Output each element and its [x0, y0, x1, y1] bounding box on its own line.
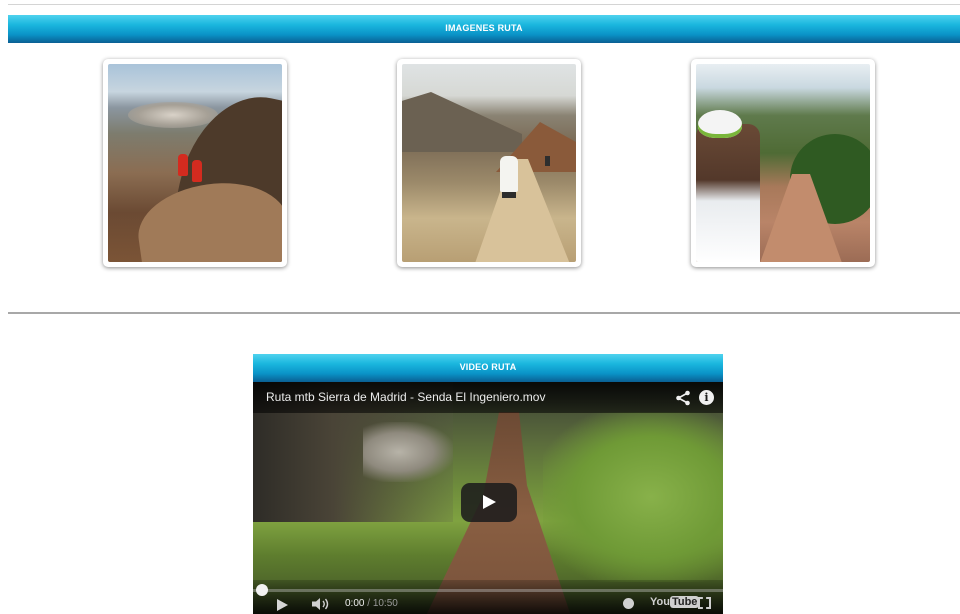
photo-mountain [402, 92, 522, 152]
progress-bar[interactable] [253, 589, 723, 592]
duration: 10:50 [372, 598, 398, 609]
player-controls: 0:00 / 10:50 You Tube [253, 580, 723, 614]
top-divider [8, 4, 960, 5]
gallery-thumbnail-2[interactable] [397, 59, 581, 267]
images-section-header: IMAGENES RUTA [8, 15, 960, 43]
play-button[interactable] [461, 483, 517, 522]
mtb-photo-valley [108, 64, 282, 262]
youtube-logo[interactable]: You Tube [650, 596, 700, 608]
current-time: 0:00 [345, 598, 365, 609]
youtube-logo-tube: Tube [669, 596, 700, 608]
video-player[interactable]: Ruta mtb Sierra de Madrid - Senda El Ing… [253, 382, 723, 614]
section-divider [8, 312, 960, 314]
photo-rider [500, 156, 518, 192]
fullscreen-icon[interactable] [698, 597, 711, 609]
image-gallery [8, 59, 960, 269]
gallery-thumbnail-3[interactable] [691, 59, 875, 267]
photo-rider [696, 124, 760, 262]
time-display: 0:00 / 10:50 [345, 598, 398, 609]
mtb-photo-ridge [402, 64, 576, 262]
photo-rider [545, 156, 550, 166]
volume-icon[interactable] [311, 597, 331, 611]
photo-helmet [698, 110, 742, 138]
play-icon [483, 495, 496, 509]
mtb-photo-helmet [696, 64, 870, 262]
video-frame-rocks [363, 422, 453, 482]
youtube-logo-you: You [650, 596, 670, 608]
video-title-bar: Ruta mtb Sierra de Madrid - Senda El Ing… [253, 382, 723, 413]
photo-rider [178, 154, 188, 176]
photo-town [128, 102, 218, 128]
share-icon[interactable] [675, 390, 691, 406]
time-separator: / [364, 598, 373, 609]
page: IMAGENES RUTA VIDEO RUTA Ruta mtb Sierra… [0, 0, 960, 614]
settings-icon[interactable] [623, 598, 634, 609]
photo-rider [192, 160, 202, 182]
progress-scrubber[interactable] [256, 584, 268, 596]
info-icon[interactable]: i [699, 390, 714, 405]
video-title-link[interactable]: Ruta mtb Sierra de Madrid - Senda El Ing… [266, 390, 545, 404]
gallery-thumbnail-1[interactable] [103, 59, 287, 267]
play-pause-icon[interactable] [277, 599, 288, 611]
video-frame-grass [543, 412, 723, 582]
video-section-header: VIDEO RUTA [253, 354, 723, 382]
